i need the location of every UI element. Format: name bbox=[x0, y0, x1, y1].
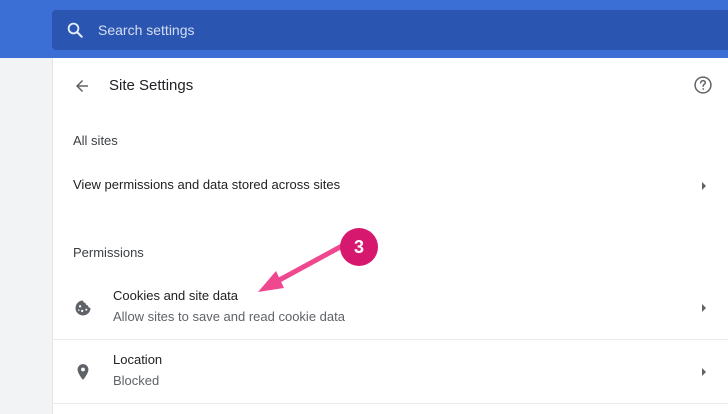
chevron-right-icon bbox=[702, 182, 706, 190]
search-placeholder: Search settings bbox=[98, 22, 195, 38]
help-icon[interactable] bbox=[693, 75, 713, 95]
location-pin-icon bbox=[77, 364, 89, 380]
chevron-right-icon bbox=[702, 304, 706, 312]
search-icon bbox=[67, 22, 83, 38]
row-divider bbox=[53, 403, 728, 404]
cookie-icon bbox=[75, 300, 91, 316]
location-row-subtitle: Blocked bbox=[113, 373, 160, 388]
cookies-site-data-row[interactable]: Cookies and site data Allow sites to sav… bbox=[53, 276, 728, 340]
top-toolbar: Search settings bbox=[0, 0, 728, 58]
annotation-arrow bbox=[258, 243, 345, 292]
permissions-heading: Permissions bbox=[73, 245, 144, 260]
back-arrow-icon[interactable] bbox=[73, 77, 91, 95]
step-badge: 3 bbox=[340, 228, 378, 266]
all-sites-row-label: View permissions and data stored across … bbox=[73, 177, 341, 192]
location-row[interactable]: Location Blocked bbox=[53, 340, 728, 404]
site-settings-card: Site Settings All sites View permissions… bbox=[52, 58, 728, 414]
cookies-row-title: Cookies and site data bbox=[113, 288, 239, 303]
all-sites-heading: All sites bbox=[73, 133, 118, 148]
cookies-row-subtitle: Allow sites to save and read cookie data bbox=[113, 309, 345, 324]
location-row-title: Location bbox=[113, 352, 163, 367]
chevron-right-icon bbox=[702, 368, 706, 376]
all-sites-row[interactable]: View permissions and data stored across … bbox=[53, 164, 728, 208]
search-box[interactable]: Search settings bbox=[52, 10, 728, 50]
page-header: Site Settings bbox=[53, 58, 728, 114]
page-title: Site Settings bbox=[109, 77, 194, 94]
